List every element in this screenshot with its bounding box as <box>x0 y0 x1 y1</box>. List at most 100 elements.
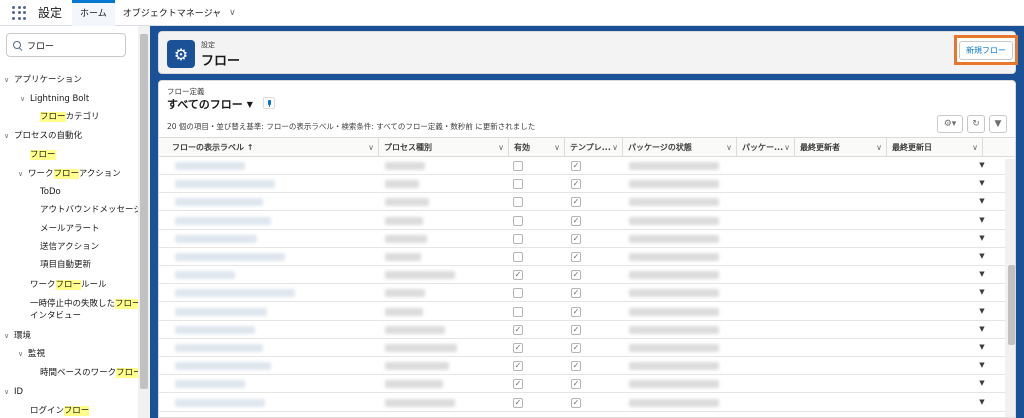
table-row[interactable]: ✓ ▼ <box>159 248 1015 266</box>
row-actions-icon[interactable]: ▼ <box>977 288 987 298</box>
column-header[interactable]: フローの表示ラベル ↑ ∨ <box>167 138 379 157</box>
redacted-flow-label[interactable] <box>175 162 245 170</box>
refresh-button[interactable]: ↻ <box>967 115 985 133</box>
sidebar-item[interactable]: ∨ Lightning Bolt <box>20 93 89 105</box>
column-header[interactable]: パッケージの状態 ∨ <box>623 138 737 157</box>
row-actions-icon[interactable]: ▼ <box>977 197 987 207</box>
table-row[interactable]: ✓ ▼ <box>159 303 1015 321</box>
sidebar-item[interactable]: アウトバウンドメッセージ <box>40 204 142 216</box>
table-row[interactable]: ✓ ✓ ▼ <box>159 394 1015 412</box>
sidebar-item[interactable]: ログインフロー <box>30 405 90 417</box>
redacted-flow-label[interactable] <box>175 234 257 243</box>
table-row[interactable]: ✓ ✓ ▼ <box>159 339 1015 357</box>
chevron-down-icon[interactable]: ∨ <box>20 93 30 105</box>
caret-down-icon[interactable]: ▼ <box>247 100 253 109</box>
redacted-flow-label[interactable] <box>175 271 235 280</box>
app-launcher-icon[interactable] <box>12 5 26 20</box>
sidebar-item[interactable]: ∨ 環境 <box>4 330 31 342</box>
sidebar-item[interactable]: フロー <box>30 149 56 161</box>
filter-button[interactable]: ▼ <box>989 115 1007 133</box>
sidebar-scroll-thumb[interactable] <box>140 34 148 389</box>
sidebar-item[interactable]: ToDo <box>40 186 61 198</box>
row-actions-icon[interactable]: ▼ <box>977 234 987 244</box>
chevron-down-icon[interactable]: ∨ <box>498 138 504 157</box>
redacted-flow-label[interactable] <box>175 253 285 261</box>
row-actions-icon[interactable]: ▼ <box>977 343 987 353</box>
redacted-flow-label[interactable] <box>175 289 295 298</box>
chevron-down-icon[interactable]: ∨ <box>229 8 236 18</box>
sidebar-item[interactable]: 一時停止中の失敗したフロー <box>30 298 141 310</box>
table-row[interactable]: ✓ ✓ ▼ <box>159 266 1015 285</box>
column-header[interactable]: テンプレ... ∨ <box>565 138 623 157</box>
table-row[interactable]: ✓ ✓ ▼ <box>159 375 1015 394</box>
row-actions-icon[interactable]: ▼ <box>977 161 987 171</box>
chevron-down-icon[interactable]: ∨ <box>972 138 978 157</box>
table-row[interactable]: ✓ ▼ <box>159 157 1015 175</box>
sidebar-item[interactable]: 項目自動更新 <box>40 259 91 271</box>
sidebar-item[interactable]: インタビュー <box>30 310 81 322</box>
redacted-flow-label[interactable] <box>175 198 263 207</box>
row-actions-icon[interactable]: ▼ <box>977 325 987 335</box>
table-row[interactable]: ✓ ▼ <box>159 193 1015 212</box>
sidebar-item[interactable]: ∨ アプリケーション <box>4 74 82 86</box>
table-row[interactable]: ✓ ✓ ▼ <box>159 321 1015 339</box>
redacted-flow-label[interactable] <box>175 344 263 352</box>
sidebar-item[interactable]: ワークフロールール <box>30 279 107 291</box>
table-row[interactable]: ✓ ▼ <box>159 284 1015 303</box>
table-row[interactable]: ✓ ▼ <box>159 212 1015 230</box>
sidebar-item[interactable]: メールアラート <box>40 223 100 235</box>
table-scroll-thumb[interactable] <box>1008 265 1015 345</box>
column-header[interactable]: 最終更新日 ∨ <box>887 138 983 157</box>
list-view-picker[interactable]: すべてのフロー ▼ <box>167 96 253 112</box>
pin-icon[interactable] <box>263 97 275 109</box>
chevron-down-icon[interactable]: ∨ <box>876 138 882 157</box>
column-header[interactable]: 最終更新者 ∨ <box>795 138 887 157</box>
new-flow-button[interactable]: 新規フロー <box>959 40 1013 60</box>
redacted-flow-label[interactable] <box>175 398 265 407</box>
chevron-down-icon[interactable]: ∨ <box>784 138 790 157</box>
redacted-flow-label[interactable] <box>175 216 271 225</box>
column-header[interactable]: プロセス種別 ∨ <box>379 138 509 157</box>
chevron-down-icon[interactable]: ∨ <box>4 74 14 86</box>
row-actions-icon[interactable]: ▼ <box>977 179 987 189</box>
tab-object-manager[interactable]: オブジェクトマネージャ ∨ <box>115 0 244 26</box>
chevron-down-icon[interactable]: ∨ <box>4 386 14 398</box>
chevron-down-icon[interactable]: ∨ <box>18 168 28 180</box>
sidebar-item[interactable]: 送信アクション <box>40 241 99 253</box>
row-actions-icon[interactable]: ▼ <box>977 398 987 408</box>
chevron-down-icon[interactable]: ∨ <box>368 138 374 157</box>
sidebar-item[interactable]: ∨ ID <box>4 386 23 398</box>
column-header[interactable]: 有効 ∨ <box>509 138 565 157</box>
row-actions-icon[interactable]: ▼ <box>977 361 987 371</box>
sidebar-item[interactable]: ∨ ワークフローアクション <box>18 168 121 180</box>
tab-home[interactable]: ホーム <box>72 0 115 26</box>
quick-find-input[interactable] <box>27 40 117 50</box>
sidebar-item[interactable]: ∨ 監視 <box>18 348 45 360</box>
redacted-flow-label[interactable] <box>175 380 245 389</box>
table-row[interactable]: ✓ ▼ <box>159 230 1015 248</box>
chevron-down-icon[interactable]: ∨ <box>4 330 14 342</box>
redacted-flow-label[interactable] <box>175 362 271 371</box>
chevron-down-icon[interactable]: ∨ <box>612 138 618 157</box>
redacted-flow-label[interactable] <box>175 180 275 189</box>
row-actions-icon[interactable]: ▼ <box>977 307 987 317</box>
row-actions-icon[interactable]: ▼ <box>977 252 987 262</box>
sidebar-item[interactable]: ∨ プロセスの自動化 <box>4 130 82 142</box>
redacted-flow-label[interactable] <box>175 325 255 334</box>
sidebar-item[interactable]: フローカテゴリ <box>40 111 100 123</box>
sidebar-item[interactable]: 時間ベースのワークフロー <box>40 367 142 379</box>
chevron-down-icon[interactable]: ∨ <box>18 348 28 360</box>
row-actions-icon[interactable]: ▼ <box>977 270 987 280</box>
chevron-down-icon[interactable]: ∨ <box>4 130 14 142</box>
column-header[interactable]: パッケー... ∨ <box>737 138 795 157</box>
table-row[interactable]: ✓ ✓ ▼ <box>159 357 1015 376</box>
redacted-process-type <box>385 307 423 316</box>
quick-find-box[interactable] <box>6 33 126 57</box>
row-actions-icon[interactable]: ▼ <box>977 216 987 226</box>
redacted-flow-label[interactable] <box>175 307 267 316</box>
table-row[interactable]: ✓ ▼ <box>159 175 1015 194</box>
row-actions-icon[interactable]: ▼ <box>977 379 987 389</box>
chevron-down-icon[interactable]: ∨ <box>554 138 560 157</box>
chevron-down-icon[interactable]: ∨ <box>726 138 732 157</box>
list-settings-button[interactable]: ⚙▾ <box>937 115 963 133</box>
